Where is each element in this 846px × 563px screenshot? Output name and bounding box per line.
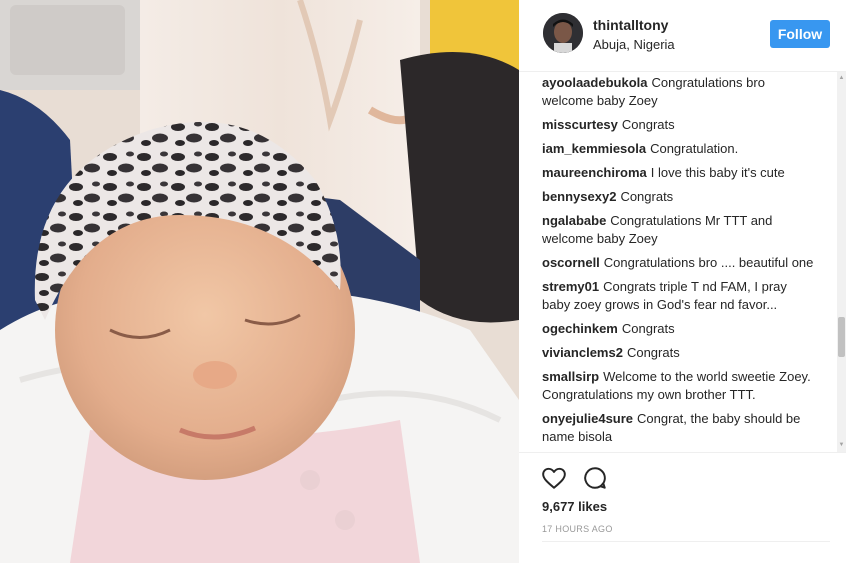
comment-item: ngalababe Congratulations Mr TTT and welc… [542, 212, 816, 248]
comment-text: Congratulations bro .... beautiful one [603, 255, 814, 270]
comment-username[interactable]: smallsirp [542, 369, 599, 384]
comment-item: vivianclems2 Congrats [542, 344, 816, 362]
avatar-image [543, 13, 583, 53]
comment-username[interactable]: ogechinkem [542, 321, 618, 336]
comment-username[interactable]: maureenchiroma [542, 165, 647, 180]
comment-text: Congratulation. [650, 141, 739, 156]
comments-scrollbar[interactable]: ▲ ▼ [837, 72, 846, 452]
comments-section[interactable]: ayoolaadebukola Congratulations bro welco… [519, 72, 846, 452]
scroll-down-arrow-icon[interactable]: ▼ [837, 441, 846, 450]
comment-username[interactable]: iam_kemmiesola [542, 141, 646, 156]
comment-username[interactable]: oscornell [542, 255, 600, 270]
comment-username[interactable]: onyejulie4sure [542, 411, 633, 426]
comment-username[interactable]: bennysexy2 [542, 189, 616, 204]
post-photo[interactable] [0, 0, 519, 563]
comment-text: Congrats [626, 345, 680, 360]
scroll-up-arrow-icon[interactable]: ▲ [837, 74, 846, 83]
comment-item: stremy01 Congrats triple T nd FAM, I pray… [542, 278, 816, 314]
follow-button[interactable]: Follow [770, 20, 830, 48]
post-location[interactable]: Abuja, Nigeria [593, 37, 675, 52]
post-timestamp[interactable]: 17 HOURS AGO [542, 524, 613, 534]
comment-item: ogechinkem Congrats [542, 320, 816, 338]
comment-username[interactable]: vivianclems2 [542, 345, 623, 360]
comment-username[interactable]: misscurtesy [542, 117, 618, 132]
comment-item: bennysexy2 Congrats [542, 188, 816, 206]
comment-item: misscurtesy Congrats [542, 116, 816, 134]
comment-item: onyejulie4sure Congrat, the baby should b… [542, 410, 816, 446]
comment-bubble-icon[interactable] [582, 465, 608, 491]
comment-item: ayoolaadebukola Congratulations bro welco… [542, 74, 816, 110]
avatar[interactable] [543, 13, 583, 53]
divider [542, 541, 830, 542]
heart-icon[interactable] [541, 465, 567, 491]
comment-text: Congrats [620, 189, 674, 204]
comment-item: smallsirp Welcome to the world sweetie Zo… [542, 368, 816, 404]
scroll-thumb[interactable] [838, 317, 845, 357]
post-header: thintalltony Abuja, Nigeria Follow [519, 0, 846, 72]
comment-username[interactable]: stremy01 [542, 279, 599, 294]
comment-username[interactable]: ayoolaadebukola [542, 75, 647, 90]
comment-username[interactable]: ngalababe [542, 213, 606, 228]
post-sidebar: thintalltony Abuja, Nigeria Follow ayool… [519, 0, 846, 563]
comment-text: Congrats [621, 321, 675, 336]
likes-count[interactable]: 9,677 likes [542, 499, 607, 514]
comment-list: ayoolaadebukola Congratulations bro welco… [519, 72, 846, 446]
comment-item: oscornell Congratulations bro .... beauti… [542, 254, 816, 272]
post-username[interactable]: thintalltony [593, 17, 668, 33]
comment-item: maureenchiroma I love this baby it's cute [542, 164, 816, 182]
baby-photo-illustration [0, 0, 519, 563]
comment-text: Congrats [621, 117, 675, 132]
comment-item: iam_kemmiesola Congratulation. [542, 140, 816, 158]
post-actions: 9,677 likes 17 HOURS AGO [519, 452, 846, 563]
comment-text: I love this baby it's cute [650, 165, 785, 180]
